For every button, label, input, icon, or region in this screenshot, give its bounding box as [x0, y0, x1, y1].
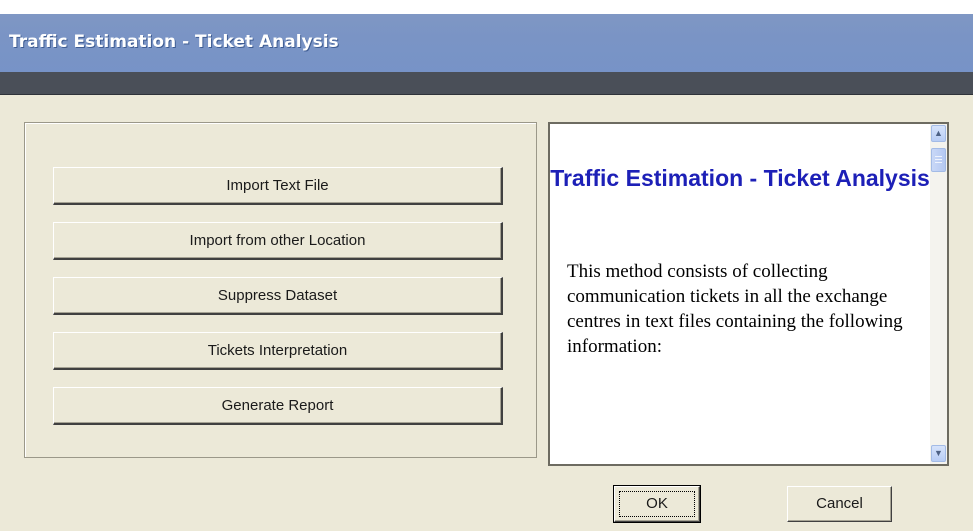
- chevron-down-icon[interactable]: ▼: [931, 445, 946, 462]
- actions-panel: Import Text File Import from other Locat…: [24, 122, 537, 458]
- tickets-interpretation-button[interactable]: Tickets Interpretation: [53, 332, 503, 370]
- title-bar[interactable]: Traffic Estimation - Ticket Analysis: [0, 14, 973, 72]
- import-text-file-button[interactable]: Import Text File: [53, 167, 503, 205]
- suppress-dataset-button[interactable]: Suppress Dataset: [53, 277, 503, 315]
- scroll-thumb[interactable]: [931, 148, 946, 172]
- window-title: Traffic Estimation - Ticket Analysis: [9, 32, 339, 52]
- cancel-label: Cancel: [816, 495, 863, 512]
- ok-button[interactable]: OK: [613, 485, 701, 523]
- toolbar-strip: [0, 72, 973, 95]
- vertical-scrollbar[interactable]: ▲ ▼: [930, 124, 947, 464]
- info-body: This method consists of collecting commu…: [567, 261, 903, 357]
- info-heading: Traffic Estimation - Ticket Analysis: [550, 165, 930, 191]
- ok-label: OK: [646, 495, 668, 512]
- import-other-location-button[interactable]: Import from other Location: [53, 222, 503, 260]
- info-panel[interactable]: Traffic Estimation - Ticket Analysis Thi…: [548, 122, 949, 466]
- cancel-button[interactable]: Cancel: [787, 486, 892, 522]
- info-content: Traffic Estimation - Ticket Analysis Thi…: [550, 124, 930, 464]
- generate-report-button[interactable]: Generate Report: [53, 387, 503, 425]
- chevron-up-icon[interactable]: ▲: [931, 125, 946, 142]
- dialog-window: Traffic Estimation - Ticket Analysis Imp…: [0, 14, 973, 531]
